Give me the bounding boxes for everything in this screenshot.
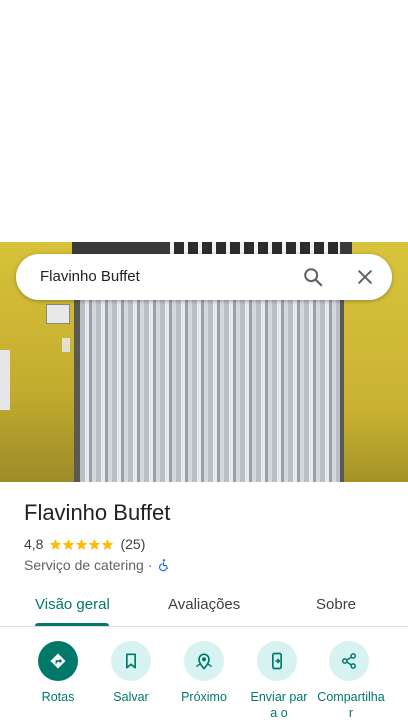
tab-about[interactable]: Sobre [316,596,356,613]
directions-icon [50,653,66,669]
directions-button[interactable]: Rotas [18,641,98,705]
bookmark-icon [126,653,136,669]
star-icon [76,538,88,550]
rating-value: 4,8 [24,536,44,552]
share-label: Compartilhar [317,690,385,720]
category-row: Serviço de catering · [24,556,171,574]
star-icon [102,538,114,550]
star-icon [63,538,75,550]
send-to-phone-label: Enviar para o [250,690,308,720]
send-to-phone-icon [272,652,282,670]
divider [0,626,408,627]
place-category: Serviço de catering [24,557,144,573]
rating-row[interactable]: 4,8 (25) [24,535,145,553]
save-button[interactable]: Salvar [91,641,171,705]
save-label: Salvar [113,690,149,704]
send-to-phone-button[interactable]: Enviar para o [237,641,317,721]
share-button[interactable]: Compartilhar [309,641,389,721]
place-title: Flavinho Buffet [24,500,171,525]
review-count[interactable]: (25) [120,536,145,552]
search-bar[interactable]: Flavinho Buffet [16,254,392,300]
star-icon [50,538,62,550]
wheelchair-accessible-icon [158,559,168,572]
rating-stars [49,538,114,551]
tab-reviews[interactable]: Avaliações [168,596,240,613]
nearby-button[interactable]: Próximo [164,641,244,705]
tab-bar: Visão geral Avaliações Sobre [0,588,408,626]
directions-label: Rotas [41,690,75,704]
close-icon[interactable] [355,267,375,287]
separator: · [147,557,153,573]
search-icon[interactable] [302,266,324,288]
tab-overview[interactable]: Visão geral [35,596,110,613]
search-input[interactable]: Flavinho Buffet [40,268,140,285]
share-icon [342,653,356,669]
blank-map-area [0,0,408,242]
nearby-icon [195,653,213,670]
star-icon [89,538,101,550]
nearby-label: Próximo [181,690,227,704]
